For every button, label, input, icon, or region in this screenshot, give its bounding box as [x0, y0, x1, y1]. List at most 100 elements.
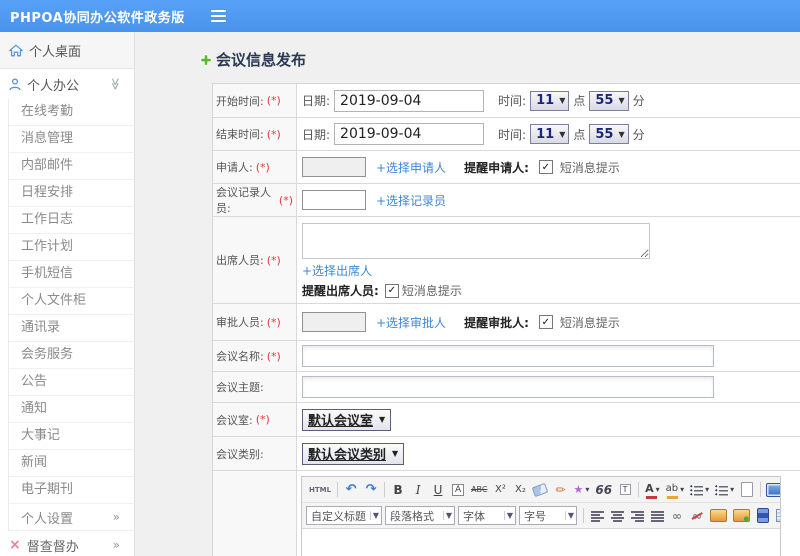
- end-minute-select[interactable]: 55 ▼: [589, 124, 629, 144]
- eraser-icon[interactable]: [531, 481, 549, 499]
- custom-title-select[interactable]: 自定义标题 ▼: [306, 506, 382, 525]
- new-page-icon[interactable]: [738, 481, 756, 499]
- meeting-subject-input[interactable]: [302, 376, 714, 398]
- link-icon[interactable]: ∞: [668, 507, 686, 525]
- hour-unit: 点: [573, 94, 586, 108]
- form-row-approver: 审批人员: (*) +选择审批人 提醒审批人: ✓ 短消息提示: [213, 304, 800, 341]
- format-brush-icon[interactable]: ✏: [551, 481, 569, 499]
- font-size-select[interactable]: 字号 ▼: [519, 506, 577, 525]
- undo-icon[interactable]: ↶: [342, 481, 360, 499]
- meeting-category-select[interactable]: 默认会议类别 ▼: [302, 442, 405, 465]
- insert-image-icon[interactable]: [708, 507, 729, 525]
- chevron-right-icon: »: [112, 538, 120, 552]
- sidebar-item[interactable]: 公告: [9, 369, 134, 396]
- superscript-icon[interactable]: X²: [491, 481, 509, 499]
- sidebar-item[interactable]: 通讯录: [9, 315, 134, 342]
- unordered-list-icon[interactable]: ▾: [713, 481, 736, 499]
- approver-input[interactable]: [302, 312, 366, 332]
- end-hour-select[interactable]: 11 ▼: [530, 124, 570, 144]
- select-arrow-icon: ▼: [559, 129, 566, 139]
- sidebar-item[interactable]: 工作日志: [9, 207, 134, 234]
- sidebar-item-label: 个人办公: [27, 78, 80, 94]
- sms-checkbox[interactable]: ✓: [384, 283, 399, 298]
- choose-attendees-link[interactable]: +选择出席人: [302, 262, 372, 279]
- paragraph-format-select[interactable]: 段落格式 ▼: [385, 506, 455, 525]
- form-row-recorder: 会议记录人员: (*) +选择记录员: [213, 184, 800, 217]
- blockquote-icon[interactable]: 66: [593, 481, 614, 499]
- fullscreen-icon[interactable]: [764, 481, 780, 499]
- toolbar-separator: [760, 482, 762, 497]
- start-date-input[interactable]: [334, 89, 485, 112]
- chevron-down-icon: ≫: [108, 77, 123, 91]
- form-row-start-time: 开始时间:(*) 日期: 时间: 11▼ 点 55▼ 分: [213, 84, 800, 118]
- choose-applicant-link[interactable]: +选择申请人: [376, 159, 446, 176]
- sidebar-item[interactable]: 会务服务: [9, 342, 134, 369]
- sidebar-item-office[interactable]: 个人办公 ≫: [0, 69, 134, 99]
- attendees-textarea[interactable]: [302, 223, 650, 259]
- app-window: PHPOA协同办公软件政务版 个人桌面 个人办公 ≫ 在线考勤 消息管理 内部邮件日…: [0, 0, 800, 556]
- font-color-icon[interactable]: A ▾: [643, 481, 662, 499]
- field-label: 会议记录人员:: [216, 186, 271, 215]
- redo-icon[interactable]: ↷: [362, 481, 380, 499]
- sidebar-item[interactable]: 通知: [9, 396, 134, 423]
- auto-format-icon[interactable]: ★ ▾: [571, 481, 591, 499]
- font-family-select[interactable]: 字体 ▼: [458, 506, 516, 525]
- end-date-input[interactable]: [334, 123, 485, 145]
- form-row-content-editor: HTML ↶ ↷ B I U A ABC X² X₂ ✏ ★ ▾ 66 T A ▾ ab ▾ ▾ ▾ 自定义标题 ▼ 段落格…: [213, 471, 800, 556]
- strikethrough-icon[interactable]: ABC: [469, 481, 489, 499]
- field-label: 会议类别:: [216, 447, 264, 461]
- align-left-icon[interactable]: [588, 507, 606, 525]
- remind-attendees-label: 提醒出席人员:: [302, 284, 379, 298]
- bold-icon[interactable]: B: [389, 481, 407, 499]
- italic-icon[interactable]: I: [409, 481, 427, 499]
- sidebar-item[interactable]: 日程安排: [9, 180, 134, 207]
- start-hour-select[interactable]: 11 ▼: [530, 90, 570, 111]
- align-justify-icon[interactable]: [648, 507, 666, 525]
- field-label: 会议室:: [216, 413, 253, 427]
- editor-toolbar-row2: 自定义标题 ▼ 段落格式 ▼ 字体 ▼ 字号 ▼ ∞ ∞: [302, 503, 780, 529]
- form-row-attendees: 出席人员: (*) +选择出席人 提醒出席人员: ✓ 短消息提示: [213, 217, 800, 304]
- sidebar-item-supervise[interactable]: × 督查督办 »: [0, 531, 134, 556]
- field-label: 出席人员:: [216, 254, 264, 267]
- paste-text-icon[interactable]: T: [616, 481, 634, 499]
- app-title: PHPOA协同办公软件政务版: [10, 10, 185, 26]
- font-style-box-icon[interactable]: A: [449, 481, 467, 499]
- required-marker: (*): [266, 94, 281, 107]
- underline-icon[interactable]: U: [429, 481, 447, 499]
- align-right-icon[interactable]: [628, 507, 646, 525]
- align-center-icon[interactable]: [608, 507, 626, 525]
- sidebar-item[interactable]: 大事记: [9, 423, 134, 450]
- html-source-icon[interactable]: HTML: [307, 481, 333, 499]
- recorder-input[interactable]: [302, 190, 366, 210]
- select-arrow-icon: ▼: [618, 129, 625, 139]
- choose-approver-link[interactable]: +选择审批人: [376, 314, 446, 331]
- sidebar-item-desktop[interactable]: 个人桌面: [0, 32, 134, 69]
- main-content: 会议信息发布 开始时间:(*) 日期: 时间: 11▼ 点 55▼ 分 结束时间…: [135, 32, 800, 556]
- sidebar-item[interactable]: 个人文件柜: [9, 288, 134, 315]
- sidebar-item-settings[interactable]: 个人设置 »: [8, 504, 134, 531]
- sidebar-item[interactable]: 内部邮件: [9, 153, 134, 180]
- sidebar-item[interactable]: 新闻: [9, 450, 134, 477]
- sms-checkbox[interactable]: ✓: [538, 160, 553, 174]
- editor-content[interactable]: [302, 529, 780, 556]
- form-row-meeting-name: 会议名称: (*): [213, 341, 800, 372]
- meeting-room-select[interactable]: 默认会议室 ▼: [302, 408, 392, 431]
- sidebar-item[interactable]: 在线考勤: [9, 99, 134, 126]
- insert-table-icon[interactable]: [774, 507, 780, 525]
- highlight-color-icon[interactable]: ab ▾: [664, 481, 687, 499]
- sidebar-item[interactable]: 电子期刊: [9, 477, 134, 504]
- sidebar-item[interactable]: 工作计划: [9, 234, 134, 261]
- ordered-list-icon[interactable]: ▾: [688, 481, 711, 499]
- sidebar-item[interactable]: 手机短信: [9, 261, 134, 288]
- meeting-name-input[interactable]: [302, 345, 714, 367]
- subscript-icon[interactable]: X₂: [511, 481, 529, 499]
- insert-media-icon[interactable]: [754, 507, 772, 525]
- unlink-icon[interactable]: ∞: [688, 507, 706, 525]
- upload-image-icon[interactable]: [731, 507, 752, 525]
- start-minute-select[interactable]: 55 ▼: [589, 90, 629, 111]
- sidebar-item[interactable]: 消息管理: [9, 126, 134, 153]
- applicant-input[interactable]: [302, 157, 366, 177]
- sms-checkbox[interactable]: ✓: [538, 315, 553, 329]
- menu-toggle-icon[interactable]: [210, 9, 226, 23]
- choose-recorder-link[interactable]: +选择记录员: [376, 192, 446, 209]
